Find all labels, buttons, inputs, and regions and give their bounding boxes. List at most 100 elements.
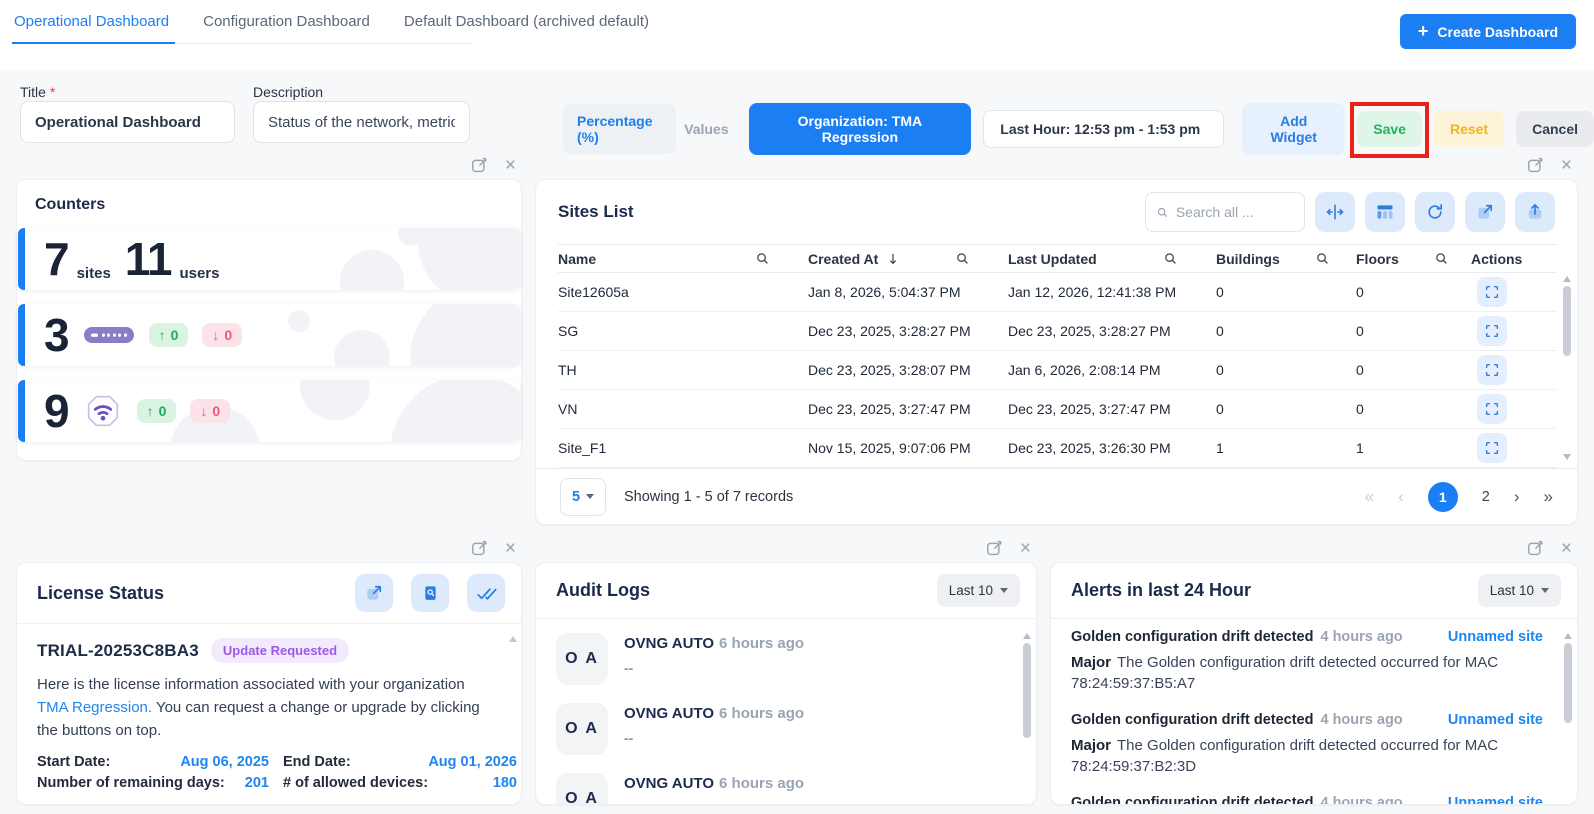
scrollbar-thumb[interactable] <box>1564 643 1572 723</box>
expand-site-button[interactable] <box>1477 277 1507 307</box>
scrollbar-thumb[interactable] <box>1023 643 1031 738</box>
cancel-button[interactable]: Cancel <box>1516 111 1594 147</box>
table-row[interactable]: Site12605a Jan 8, 2026, 5:04:37 PM Jan 1… <box>558 273 1557 312</box>
counter-access-points[interactable]: 9 ↑0 ↓0 <box>18 380 520 442</box>
percentage-toggle[interactable]: Percentage (%) <box>563 104 676 154</box>
page-size-select[interactable]: 5 <box>560 478 606 516</box>
export-button[interactable] <box>1515 192 1555 232</box>
table-row[interactable]: SG Dec 23, 2025, 3:28:27 PM Dec 23, 2025… <box>558 312 1557 351</box>
fullscreen-brackets-icon <box>1484 401 1500 417</box>
tab-default-dashboard[interactable]: Default Dashboard (archived default) <box>404 13 649 30</box>
alerts-filter-dropdown[interactable]: Last 10 <box>1478 574 1561 607</box>
column-search-icon[interactable] <box>955 251 970 266</box>
alert-time: 4 hours ago <box>1320 795 1402 805</box>
page-2-button[interactable]: 2 <box>1482 489 1490 505</box>
alert-entry[interactable]: Golden configuration drift detected 4 ho… <box>1071 629 1543 694</box>
table-row[interactable]: VN Dec 23, 2025, 3:27:47 PM Dec 23, 2025… <box>558 390 1557 429</box>
alert-entry[interactable]: Golden configuration drift detected 4 ho… <box>1071 712 1543 777</box>
chevron-down-icon <box>586 494 594 499</box>
search-input[interactable] <box>1176 204 1294 220</box>
col-actions: Actions <box>1471 251 1522 267</box>
column-search-icon[interactable] <box>1163 251 1178 266</box>
audit-log-entry[interactable]: O A OVNG AUTO6 hours ago -- <box>556 765 1016 805</box>
scroll-up-icon[interactable] <box>1023 633 1031 639</box>
columns-settings-button[interactable] <box>1365 192 1405 232</box>
save-button[interactable]: Save <box>1357 111 1422 147</box>
create-dashboard-button[interactable]: + Create Dashboard <box>1400 14 1576 49</box>
expand-site-button[interactable] <box>1477 355 1507 385</box>
table-row[interactable]: Site_F1 Nov 15, 2025, 9:07:06 PM Dec 23,… <box>558 429 1557 468</box>
license-open-button[interactable] <box>355 574 393 612</box>
edit-widget-button[interactable] <box>470 539 489 558</box>
scroll-up-icon[interactable] <box>1563 276 1571 282</box>
audit-logs-header: Audit Logs Last 10 <box>536 563 1036 619</box>
alert-entry[interactable]: Golden configuration drift detected 4 ho… <box>1071 795 1543 805</box>
expand-site-button[interactable] <box>1477 316 1507 346</box>
next-page-icon[interactable]: › <box>1514 487 1520 507</box>
edit-pencil-icon <box>985 539 1004 558</box>
edit-widget-button[interactable] <box>985 539 1004 558</box>
prev-page-icon[interactable]: ‹ <box>1398 487 1404 507</box>
alerts-header: Alerts in last 24 Hour Last 10 <box>1051 563 1577 619</box>
description-label: Description <box>253 84 323 100</box>
audit-scrollbar[interactable] <box>1022 633 1032 801</box>
alerts-scrollbar[interactable] <box>1563 633 1573 801</box>
column-search-icon[interactable] <box>1315 251 1330 266</box>
expand-site-button[interactable] <box>1477 433 1507 463</box>
license-approve-button[interactable] <box>467 574 505 612</box>
expand-site-button[interactable] <box>1477 394 1507 424</box>
title-label: Title * <box>20 84 55 100</box>
users-count: 11 <box>125 236 172 282</box>
remove-widget-button[interactable]: × <box>505 156 516 175</box>
license-details-button[interactable] <box>411 574 449 612</box>
open-fullscreen-button[interactable] <box>1465 192 1505 232</box>
page-1-button[interactable]: 1 <box>1428 482 1458 512</box>
remove-widget-button[interactable]: × <box>1561 539 1572 558</box>
edit-widget-button[interactable] <box>1526 156 1545 175</box>
table-row[interactable]: TH Dec 23, 2025, 3:28:07 PM Jan 6, 2026,… <box>558 351 1557 390</box>
audit-detail: -- <box>624 730 804 746</box>
table-scrollbar[interactable] <box>1562 276 1572 470</box>
remove-widget-button[interactable]: × <box>1020 539 1031 558</box>
audit-log-entry[interactable]: O A OVNG AUTO6 hours ago -- <box>556 695 1016 765</box>
alert-site-link[interactable]: Unnamed site <box>1448 795 1543 805</box>
first-page-icon[interactable]: « <box>1365 487 1374 507</box>
scroll-down-icon[interactable] <box>1563 454 1571 460</box>
alert-site-link[interactable]: Unnamed site <box>1448 712 1543 728</box>
audit-filter-dropdown[interactable]: Last 10 <box>937 574 1020 607</box>
remove-widget-button[interactable]: × <box>1561 156 1572 175</box>
time-range-picker[interactable]: Last Hour: 12:53 pm - 1:53 pm <box>983 110 1224 148</box>
description-input[interactable] <box>253 101 470 143</box>
add-widget-button[interactable]: Add Widget <box>1242 103 1345 155</box>
remove-widget-button[interactable]: × <box>505 539 516 558</box>
audit-log-entry[interactable]: O A OVNG AUTO6 hours ago -- <box>556 625 1016 695</box>
counters-title: Counters <box>17 194 521 228</box>
column-search-icon[interactable] <box>755 251 770 266</box>
audit-time: 6 hours ago <box>719 635 804 652</box>
reset-button[interactable]: Reset <box>1434 111 1504 147</box>
edit-widget-button[interactable] <box>1526 539 1545 558</box>
audit-user: OVNG AUTO <box>624 705 714 722</box>
tab-configuration-dashboard[interactable]: Configuration Dashboard <box>203 13 370 30</box>
avatar: O A <box>556 773 608 805</box>
scrollbar-thumb[interactable] <box>1563 286 1571 356</box>
records-summary: Showing 1 - 5 of 7 records <box>624 489 793 505</box>
tab-operational-dashboard[interactable]: Operational Dashboard <box>14 13 169 30</box>
last-page-icon[interactable]: » <box>1544 487 1553 507</box>
scroll-up-icon[interactable] <box>509 636 517 642</box>
sort-descending-icon[interactable] <box>886 252 900 266</box>
start-date-value: Aug 06, 2025 <box>180 754 269 770</box>
organization-filter-button[interactable]: Organization: TMA Regression <box>749 103 972 155</box>
title-input[interactable] <box>20 101 235 143</box>
organization-link[interactable]: TMA Regression. <box>37 699 152 716</box>
values-toggle[interactable]: Values <box>676 112 736 146</box>
edit-widget-button[interactable] <box>470 156 489 175</box>
remaining-days-value: 201 <box>245 775 269 791</box>
refresh-button[interactable] <box>1415 192 1455 232</box>
resize-columns-button[interactable] <box>1315 192 1355 232</box>
alert-site-link[interactable]: Unnamed site <box>1448 629 1543 645</box>
counter-switches[interactable]: 3 ↑0 ↓0 <box>18 304 520 366</box>
column-search-icon[interactable] <box>1434 251 1449 266</box>
counter-sites-users[interactable]: 7 sites 11 users <box>18 228 520 290</box>
scroll-up-icon[interactable] <box>1564 633 1572 639</box>
